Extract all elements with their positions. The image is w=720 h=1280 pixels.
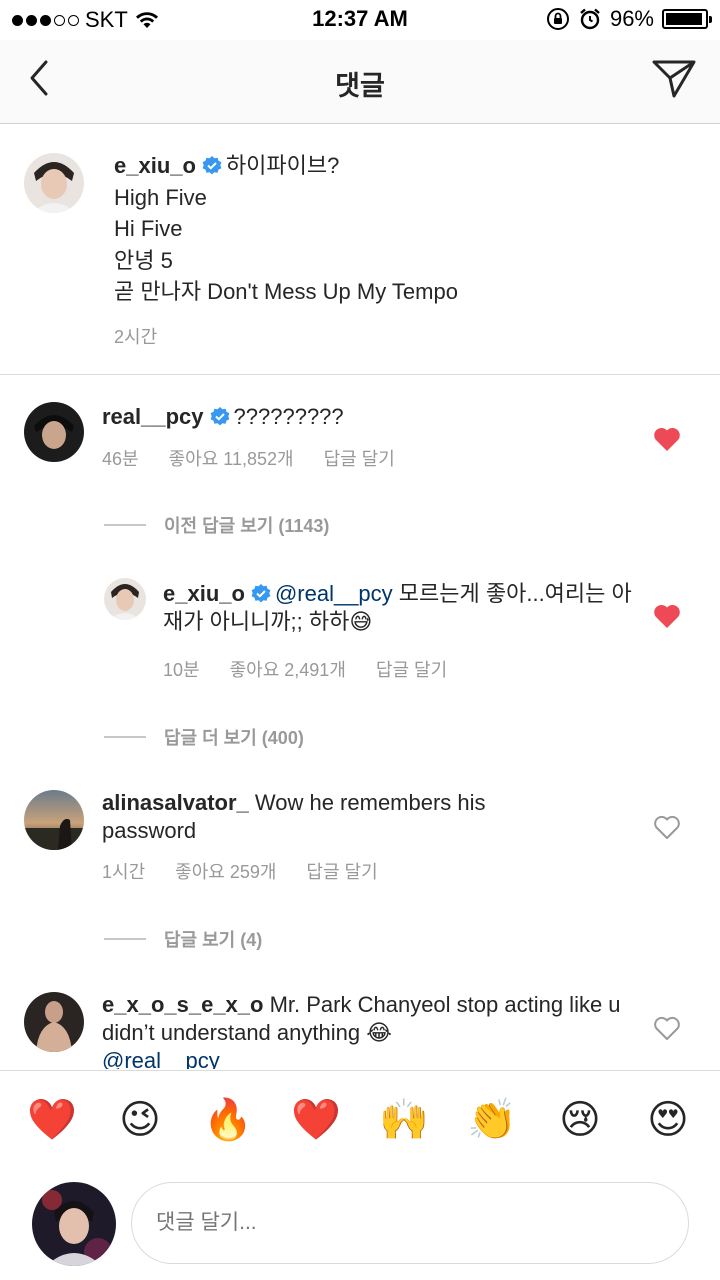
reply-username[interactable]: e_xiu_o xyxy=(163,581,245,606)
battery-icon xyxy=(662,9,712,29)
heart-eyes-emoji-button[interactable]: 😍 xyxy=(643,1095,693,1145)
heart-emoji-button[interactable]: ❤️ xyxy=(291,1095,341,1145)
caption-first-line: 하이파이브? xyxy=(225,153,340,178)
clapping-emoji-button[interactable]: 👏 xyxy=(467,1095,517,1145)
battery-percent: 96% xyxy=(609,6,654,31)
view-more-replies[interactable]: 답글 더 보기 (400) xyxy=(104,724,304,750)
reply-button[interactable]: 답글 달기 xyxy=(306,862,377,882)
avatar[interactable] xyxy=(24,153,84,213)
comment-username[interactable]: alinasalvator_ xyxy=(102,790,249,815)
divider-line xyxy=(104,736,146,738)
caption-line: 안녕 5 xyxy=(114,247,173,273)
paper-plane-icon[interactable] xyxy=(650,54,698,102)
verified-badge-icon xyxy=(202,156,222,175)
battery-fill xyxy=(666,13,703,25)
mention-link[interactable]: @real__pcy xyxy=(275,581,393,606)
reply-meta: 10분 좋아요 2,491개 답글 달기 xyxy=(163,656,477,682)
view-replies[interactable]: 답글 보기 (4) xyxy=(104,926,262,952)
avatar xyxy=(32,1182,116,1266)
wink-emoji-button[interactable]: 😉 xyxy=(115,1095,165,1145)
heart-outline-icon[interactable] xyxy=(653,814,681,840)
reply-likes[interactable]: 좋아요 2,491개 xyxy=(230,660,346,680)
fire-emoji-button[interactable]: 🔥 xyxy=(203,1095,253,1145)
comment: e_x_o_s_e_x_o Mr. Park Chanyeol stop act… xyxy=(102,991,622,1069)
reply-time: 10분 xyxy=(163,660,200,680)
comment-time: 46분 xyxy=(102,449,139,469)
status-right: 96% xyxy=(546,6,712,32)
verified-badge-icon xyxy=(210,407,229,426)
comment-username[interactable]: e_x_o_s_e_x_o xyxy=(102,992,263,1017)
mention-link[interactable]: @real__pcy xyxy=(102,1048,220,1069)
heart-icon[interactable] xyxy=(653,426,681,452)
divider-line xyxy=(104,938,146,940)
caption-line: 곧 만나자 Don't Mess Up My Tempo xyxy=(114,279,458,304)
caption-line: High Five xyxy=(114,184,207,210)
alarm-icon xyxy=(580,8,600,30)
divider-line xyxy=(104,524,146,526)
heart-icon[interactable] xyxy=(653,603,681,629)
divider xyxy=(0,374,720,375)
comment-time: 1시간 xyxy=(102,862,146,882)
comment-likes[interactable]: 좋아요 11,852개 xyxy=(169,449,294,469)
comment-meta: 1시간 좋아요 259개 답글 달기 xyxy=(102,858,408,884)
emoji-bar: ❤️ 😉 🔥 ❤️ 🙌 👏 😢 😍 xyxy=(0,1070,720,1170)
caption-time: 2시간 xyxy=(114,327,158,347)
view-more-label: 답글 더 보기 (400) xyxy=(164,728,304,748)
avatar[interactable] xyxy=(104,578,146,620)
reply-button[interactable]: 답글 달기 xyxy=(376,660,447,680)
page-title: 댓글 xyxy=(335,71,385,101)
reply-button[interactable]: 답글 달기 xyxy=(324,449,395,469)
caption: e_xiu_o 하이파이브? High Five Hi Five 안녕 5 곧 만… xyxy=(114,150,458,308)
rotation-lock-icon xyxy=(546,8,569,30)
comment: real__pcy????????? xyxy=(102,403,622,431)
verified-badge-icon xyxy=(251,584,271,603)
comment: alinasalvator_ Wow he remembers his pass… xyxy=(102,789,552,845)
view-replies-label: 답글 보기 (4) xyxy=(164,930,263,950)
avatar[interactable] xyxy=(24,402,84,462)
status-bar: SKT 12:37 AM 96% xyxy=(0,0,720,40)
avatar[interactable] xyxy=(24,992,84,1052)
comment-meta: 46분 좋아요 11,852개 답글 달기 xyxy=(102,445,425,471)
caption-username[interactable]: e_xiu_o xyxy=(114,153,196,178)
reply-comment: e_xiu_o @real__pcy 모르는게 좋아...여리는 아재가 아니니까… xyxy=(163,580,633,636)
comment-input[interactable] xyxy=(131,1182,689,1264)
caption-line: Hi Five xyxy=(114,216,183,241)
comment-text: ????????? xyxy=(233,404,344,429)
heart-emoji-button[interactable]: ❤️ xyxy=(27,1095,77,1145)
crying-emoji-button[interactable]: 😢 xyxy=(555,1095,605,1145)
heart-outline-icon[interactable] xyxy=(653,1015,681,1041)
raised-hands-emoji-button[interactable]: 🙌 xyxy=(379,1095,429,1145)
comment-composer xyxy=(0,1170,720,1280)
nav-bar: 댓글 xyxy=(0,40,720,124)
comment-username[interactable]: real__pcy xyxy=(102,404,204,429)
comment-likes[interactable]: 좋아요 259개 xyxy=(175,862,276,882)
avatar[interactable] xyxy=(24,790,84,850)
view-previous-replies[interactable]: 이전 답글 보기 (1143) xyxy=(104,512,329,538)
view-previous-label: 이전 답글 보기 (1143) xyxy=(164,516,330,536)
